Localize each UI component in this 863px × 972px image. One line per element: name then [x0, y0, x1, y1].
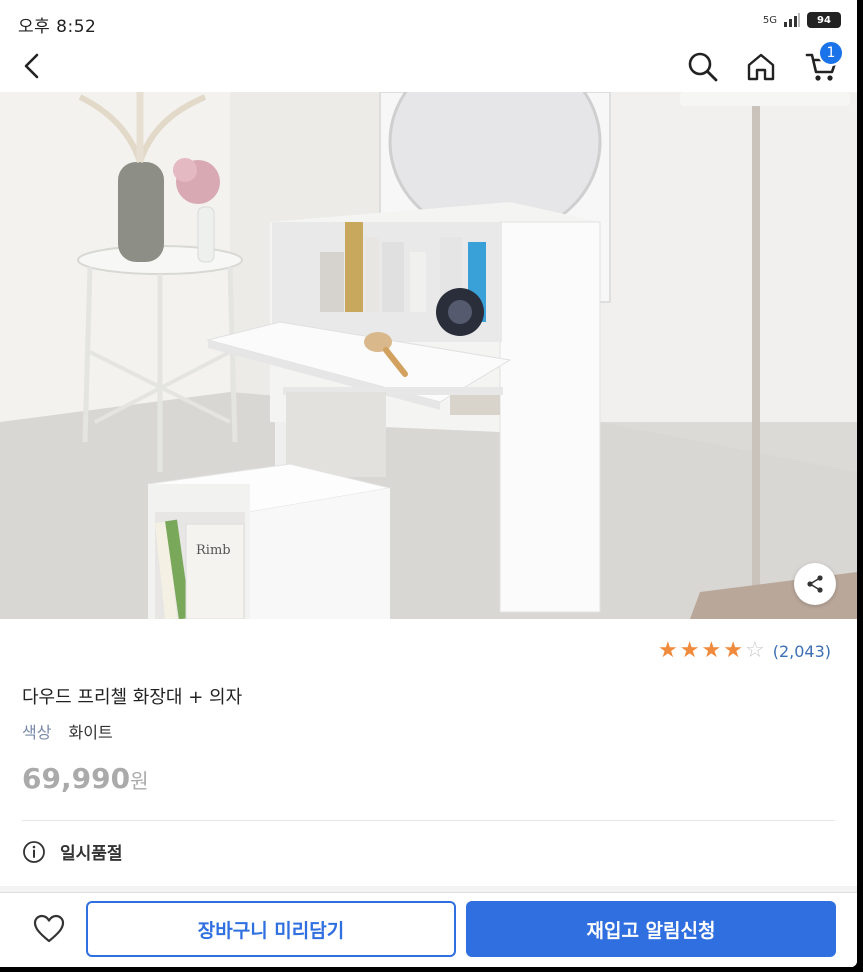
option-label: 색상	[22, 723, 52, 742]
option-value: 화이트	[68, 723, 113, 742]
bottom-action-bar: 장바구니 미리담기 재입고 알림신청	[0, 892, 857, 967]
stock-status: 일시품절	[22, 839, 123, 864]
product-price: 69,990원	[22, 762, 148, 795]
product-option: 색상 화이트	[22, 719, 113, 743]
price-value: 69,990	[22, 762, 131, 795]
product-rating[interactable]: ★ ★ ★ ★ ☆ (2,043)	[658, 640, 831, 662]
star-full-icon: ★	[701, 638, 722, 663]
back-button[interactable]	[14, 48, 50, 84]
cart-count-badge: 1	[818, 40, 844, 66]
app-screen: 오후 8:52 5G 94 1 Rimb ★ ★ ★ ★ ☆ (2,043) 다…	[0, 0, 857, 967]
divider	[22, 820, 835, 821]
search-icon	[688, 52, 718, 82]
star-full-icon: ★	[723, 638, 743, 663]
share-button[interactable]	[794, 563, 836, 605]
restock-alert-button[interactable]: 재입고 알림신청	[466, 901, 836, 957]
share-icon	[807, 575, 823, 593]
svg-text:Rimb: Rimb	[196, 543, 231, 558]
home-icon	[747, 53, 775, 81]
product-photo: Rimb	[0, 92, 857, 619]
search-button[interactable]	[684, 48, 722, 86]
signal-icon	[784, 13, 800, 27]
product-title: 다우드 프리첼 화장대 + 의자	[22, 687, 243, 708]
wishlist-button[interactable]	[26, 909, 72, 949]
add-to-cart-button[interactable]: 장바구니 미리담기	[86, 901, 456, 957]
star-empty-icon: ☆	[744, 638, 765, 663]
star-full-icon: ★	[679, 638, 700, 663]
signal-label: 5G	[762, 14, 777, 26]
info-icon	[23, 840, 45, 863]
review-count-link[interactable]: (2,043)	[773, 642, 831, 661]
stock-status-label: 일시품절	[60, 844, 123, 864]
heart-icon	[33, 914, 65, 943]
price-unit: 원	[130, 769, 149, 793]
app-bar: 1	[0, 40, 857, 92]
status-time: 오후 8:52	[18, 17, 97, 37]
battery-indicator: 94	[807, 12, 841, 28]
chevron-left-icon	[24, 53, 39, 79]
status-bar: 오후 8:52 5G 94	[0, 0, 857, 40]
product-image-gallery[interactable]: Rimb	[0, 92, 857, 619]
status-indicators: 5G 94	[763, 12, 841, 28]
home-button[interactable]	[742, 48, 780, 86]
star-full-icon: ★	[658, 638, 678, 663]
